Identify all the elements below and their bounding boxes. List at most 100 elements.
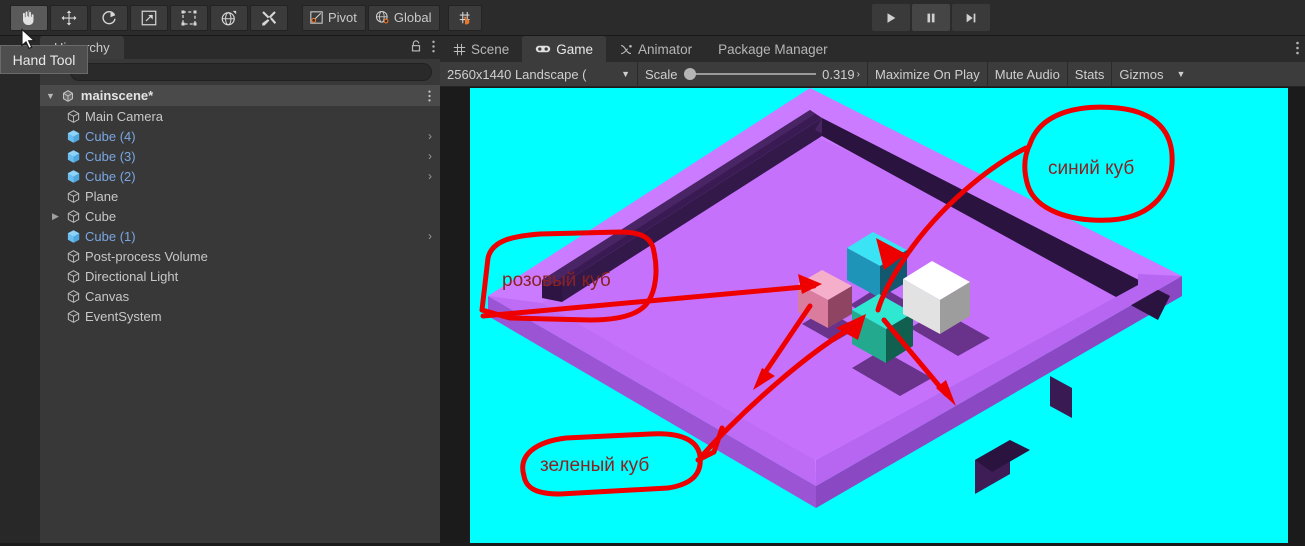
gameobject-cube-icon — [66, 109, 85, 124]
hierarchy-item-cube-4[interactable]: Cube (4) › — [40, 126, 440, 146]
tab-animator[interactable]: Animator — [606, 36, 705, 62]
hierarchy-item-cube[interactable]: ▶ Cube — [40, 206, 440, 226]
game-scene-render: розовый куб синий куб зеленый куб — [479, 88, 1182, 508]
scale-label: Scale — [645, 66, 678, 82]
hierarchy-item-canvas[interactable]: Canvas — [40, 286, 440, 306]
hierarchy-scene-row[interactable]: ▼ mainscene* — [40, 85, 440, 106]
gizmos-chevron-icon: ▼ — [1176, 69, 1186, 79]
mute-audio-label: Mute Audio — [994, 66, 1060, 82]
pivot-toggle-button[interactable]: Pivot — [302, 4, 366, 31]
hierarchy-item-label: Main Camera — [85, 108, 164, 124]
grid-snap-button[interactable] — [448, 4, 483, 31]
hierarchy-item-cube-2[interactable]: Cube (2) › — [40, 166, 440, 186]
pivot-label: Pivot — [328, 10, 357, 25]
tab-package-manager[interactable]: Package Manager — [705, 36, 841, 62]
gameobject-cube-icon — [66, 209, 85, 224]
hierarchy-search-row — [40, 59, 440, 85]
gameobject-cube-icon — [66, 309, 85, 324]
gizmos-dropdown[interactable]: ▼ — [1170, 62, 1191, 87]
hierarchy-tab-actions — [409, 39, 436, 54]
panel-tab-label: Animator — [638, 41, 693, 57]
panel-tabbar: Scene Game Animator Package Manager — [440, 36, 1305, 62]
gameobject-cube-icon — [66, 289, 85, 304]
scene-fold-icon[interactable]: ▼ — [46, 91, 55, 101]
annotation-green-cube-text: зеленый куб — [540, 455, 649, 476]
resolution-label: 2560x1440 Landscape ( — [447, 66, 587, 82]
prefab-cube-icon — [66, 129, 85, 144]
hierarchy-item-label: Post-process Volume — [85, 248, 208, 264]
gameobject-cube-icon — [66, 189, 85, 204]
mouse-cursor-icon — [21, 28, 36, 50]
maximize-on-play-button[interactable]: Maximize On Play — [868, 61, 988, 87]
maximize-on-play-label: Maximize On Play — [875, 66, 980, 82]
gameobject-cube-icon — [66, 249, 85, 264]
scale-chevron-icon: › — [856, 68, 860, 80]
prefab-cube-icon — [66, 169, 85, 184]
unity-scene-icon — [62, 89, 73, 102]
hierarchy-item-label: Cube (2) — [85, 168, 136, 184]
hierarchy-item-post-process-volume[interactable]: Post-process Volume — [40, 246, 440, 266]
hierarchy-item-plane[interactable]: Plane — [40, 186, 440, 206]
scale-tool-button[interactable] — [130, 4, 168, 31]
play-button[interactable] — [872, 4, 910, 31]
move-tool-button[interactable] — [50, 4, 88, 31]
global-toggle-button[interactable]: Global — [367, 4, 441, 31]
hierarchy-item-main-camera[interactable]: Main Camera — [40, 106, 440, 126]
step-button[interactable] — [952, 4, 990, 31]
stats-button[interactable]: Stats — [1068, 61, 1113, 87]
gizmos-button[interactable]: Gizmos — [1112, 62, 1170, 87]
kebab-menu-icon[interactable] — [431, 39, 436, 54]
tab-game[interactable]: Game — [522, 36, 607, 62]
hierarchy-item-chevron-right-icon[interactable]: › — [428, 149, 432, 163]
rect-tool-button[interactable] — [170, 4, 208, 31]
scale-icon — [141, 10, 157, 25]
lock-icon[interactable] — [409, 39, 423, 54]
hierarchy-item-label: Directional Light — [85, 268, 179, 284]
panel-kebab-icon[interactable] — [1295, 40, 1300, 56]
pause-icon — [927, 13, 935, 22]
animator-icon — [619, 43, 633, 56]
chevron-down-icon: ▼ — [621, 69, 630, 79]
hierarchy-item-eventsystem[interactable]: EventSystem — [40, 306, 440, 326]
mute-audio-button[interactable]: Mute Audio — [988, 61, 1068, 87]
hierarchy-item-chevron-right-icon[interactable]: › — [428, 129, 432, 143]
hierarchy-item-fold-icon[interactable]: ▶ — [52, 211, 59, 222]
transform-tool-button[interactable] — [210, 4, 248, 31]
handle-options-group: Pivot Global — [302, 4, 483, 31]
hierarchy-item-cube-3[interactable]: Cube (3) › — [40, 146, 440, 166]
custom-tool-button[interactable] — [250, 4, 288, 31]
annotation-pink-cube-text: розовый куб — [502, 270, 611, 291]
main-toolbar: Pivot Global — [0, 0, 1305, 36]
hierarchy-item-label: Plane — [85, 188, 119, 204]
game-view-canvas[interactable]: розовый куб синий куб зеленый куб — [470, 88, 1288, 546]
transform-icon — [221, 10, 237, 25]
hierarchy-item-label: Cube — [85, 208, 117, 224]
pivot-icon — [310, 11, 323, 24]
scene-kebab-icon[interactable] — [427, 89, 432, 103]
gameobject-cube-icon — [66, 269, 85, 284]
move-icon — [61, 10, 77, 25]
rotate-tool-button[interactable] — [90, 4, 128, 31]
pause-button[interactable] — [912, 4, 950, 31]
play-icon — [887, 12, 896, 23]
hand-tool-button[interactable] — [10, 4, 48, 31]
scene-name-label: mainscene* — [80, 88, 154, 103]
hierarchy-item-directional-light[interactable]: Directional Light — [40, 266, 440, 286]
hierarchy-item-chevron-right-icon[interactable]: › — [428, 229, 432, 243]
resolution-dropdown[interactable]: 2560x1440 Landscape ( ▼ — [440, 61, 638, 87]
game-view-right-gutter — [1288, 88, 1305, 546]
hierarchy-search-input[interactable] — [70, 63, 432, 81]
hierarchy-item-label: Cube (3) — [85, 148, 136, 164]
scale-slider-knob[interactable] — [683, 68, 696, 80]
scale-control[interactable]: Scale 0.319 › — [638, 61, 868, 87]
scale-slider[interactable] — [683, 68, 817, 80]
wrench-screwdriver-icon — [262, 10, 277, 25]
hierarchy-item-label: Cube (4) — [85, 128, 136, 144]
hierarchy-item-label: EventSystem — [85, 308, 162, 324]
annotation-blue-cube-text: синий куб — [1048, 158, 1134, 179]
hierarchy-item-cube-1[interactable]: Cube (1) › — [40, 226, 440, 246]
tab-scene[interactable]: Scene — [440, 36, 522, 62]
hierarchy-tree: Main Camera Cube (4) › Cube (3) › Cube (2) › Pl… — [40, 106, 440, 326]
unity-editor-window: Pivot Global ▼ mainscene* Main Camera Cu… — [0, 0, 1305, 546]
hierarchy-item-chevron-right-icon[interactable]: › — [428, 169, 432, 183]
